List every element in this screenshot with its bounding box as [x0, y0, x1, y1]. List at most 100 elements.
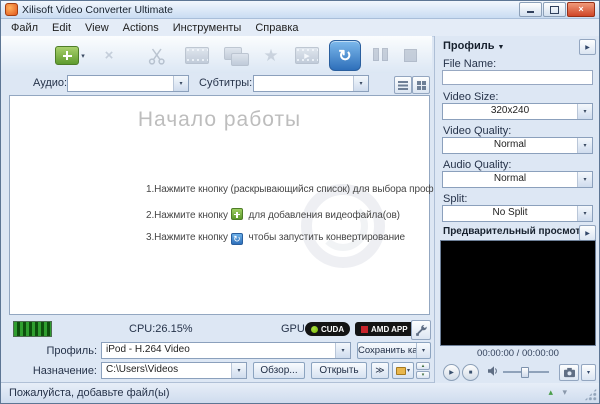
preview-thumbnail: [13, 321, 52, 337]
cuda-label: CUDA: [321, 324, 345, 334]
grid-view-icon: [417, 81, 421, 85]
merge-button[interactable]: [221, 42, 251, 69]
step3-post: чтобы запустить конвертирование: [245, 232, 406, 243]
gpu-label: GPU:: [281, 323, 308, 335]
stop-icon: ■: [468, 369, 473, 376]
status-down-icon: ▾: [562, 387, 567, 397]
menu-file[interactable]: Файл: [4, 21, 45, 35]
panel-toggle-up-button[interactable]: ▴: [416, 362, 430, 370]
effects-button[interactable]: ★: [257, 42, 285, 69]
browse-button[interactable]: Обзор...: [253, 362, 305, 379]
up-arrow-icon: ▴: [421, 363, 425, 369]
film-play-icon: ▶: [295, 47, 319, 64]
menu-edit[interactable]: Edit: [45, 21, 78, 35]
step2-pre: 2.Нажмите кнопку: [146, 210, 228, 221]
app-logo-icon: [5, 3, 18, 16]
clip-button[interactable]: [143, 42, 171, 69]
destination-select[interactable]: C:\Users\Videos ▾: [101, 362, 247, 379]
close-icon: ×: [578, 4, 584, 14]
cpu-usage: CPU:26.15%: [129, 323, 193, 335]
video-size-select[interactable]: 320x240 ▾: [442, 103, 593, 120]
menu-tools[interactable]: Инструменты: [166, 21, 249, 35]
star-icon: ★: [263, 45, 279, 65]
step1-pre: 1.Нажмите кнопку: [146, 184, 228, 195]
minimize-button[interactable]: [519, 2, 542, 17]
audio-value: [68, 76, 173, 91]
volume-slider[interactable]: [503, 366, 549, 378]
delete-button[interactable]: ×: [95, 42, 123, 69]
step-2: 2.Нажмите кнопку для добавления видеофай…: [146, 208, 400, 221]
play-button[interactable]: ▶: [443, 364, 460, 381]
split-select[interactable]: No Split ▾: [442, 205, 593, 222]
menu-help[interactable]: Справка: [248, 21, 305, 35]
panel-toggle-down-button[interactable]: ▾: [416, 371, 430, 379]
close-button[interactable]: ×: [567, 2, 595, 17]
stop-icon: [403, 49, 417, 62]
save-as-button[interactable]: Сохранить как... ▾: [357, 342, 431, 359]
file-list-area: Начало работы 1.Нажмите кнопку (раскрыва…: [9, 95, 450, 315]
file-name-input[interactable]: [442, 70, 593, 85]
audio-quality-value: Normal: [493, 173, 527, 184]
plus-icon: [62, 51, 72, 60]
more-options-button[interactable]: ≫: [371, 362, 389, 379]
app-window: Xilisoft Video Converter Ultimate × Файл…: [0, 0, 600, 404]
preview-expand-button[interactable]: ▶: [579, 225, 596, 241]
browse-label: Обзор...: [260, 365, 298, 376]
save-as-dropdown-icon[interactable]: ▾: [416, 343, 430, 358]
slider-thumb[interactable]: [521, 367, 529, 378]
getting-started-title: Начало работы: [137, 108, 302, 131]
video-quality-select[interactable]: Normal ▾: [442, 137, 593, 154]
snapshot-capture-button[interactable]: [559, 364, 579, 381]
speaker-icon[interactable]: [487, 365, 499, 377]
video-quality-value: Normal: [493, 139, 527, 150]
convert-button[interactable]: ↻: [329, 40, 361, 71]
double-arrow-icon: ≫: [375, 365, 385, 375]
step-3: 3.Нажмите кнопку ↻ чтобы запустить конвер…: [146, 232, 405, 245]
wrench-icon: [415, 324, 427, 336]
open-label: Открыть: [319, 365, 359, 376]
grid-view-button[interactable]: [412, 76, 430, 94]
audio-quality-select[interactable]: Normal ▾: [442, 171, 593, 188]
list-view-icon: [398, 80, 408, 83]
pause-button[interactable]: [367, 42, 393, 69]
snapshot-button[interactable]: ▶: [293, 42, 321, 69]
split-label: Split:: [443, 193, 468, 205]
audio-quality-label: Audio Quality:: [443, 159, 512, 171]
dropdown-arrow-icon: ▾: [173, 76, 188, 91]
capture-options-button[interactable]: ▾: [581, 364, 596, 381]
pause-icon: [371, 47, 389, 64]
profile-label: Профиль:: [46, 345, 97, 357]
play-icon: ▶: [449, 370, 454, 376]
dropdown-arrow-icon: ▾: [406, 368, 410, 374]
resize-grip[interactable]: [584, 388, 597, 401]
status-message: Пожалуйста, добавьте файл(ы): [9, 387, 170, 399]
audio-select[interactable]: ▾: [67, 75, 189, 92]
subtitles-select[interactable]: ▾: [253, 75, 369, 92]
audio-label: Аудио:: [33, 77, 68, 89]
dropdown-arrow-icon: ▾: [231, 363, 246, 378]
add-file-button[interactable]: ▾: [51, 42, 89, 69]
profile-panel-header[interactable]: Профиль ▼: [443, 40, 504, 52]
stop-playback-button[interactable]: ■: [462, 364, 479, 381]
amd-label: AMD APP: [371, 324, 408, 334]
nvidia-icon: [311, 325, 318, 333]
film-icon: [185, 47, 209, 64]
crop-button[interactable]: [183, 42, 211, 69]
open-button[interactable]: Открыть: [311, 362, 367, 379]
profile-select[interactable]: iPod - H.264 Video ▾: [101, 342, 351, 359]
dropdown-arrow-icon: ▾: [81, 52, 85, 60]
settings-button[interactable]: [411, 320, 431, 340]
stop-button[interactable]: [397, 42, 423, 69]
list-view-button[interactable]: [394, 76, 412, 94]
dropdown-arrow-icon: ▾: [577, 138, 592, 153]
toolbar: ▾ × ★ ▶ ↻: [1, 36, 432, 74]
window-title: Xilisoft Video Converter Ultimate: [22, 3, 173, 16]
menu-actions[interactable]: Actions: [116, 21, 166, 35]
amd-app-badge: AMD APP: [355, 322, 414, 336]
output-folder-button[interactable]: ▾: [392, 362, 414, 379]
maximize-button[interactable]: [543, 2, 566, 17]
preview-header: Предварительный просмотр: [443, 226, 587, 237]
destination-label: Назначение:: [32, 365, 97, 377]
panel-expand-button[interactable]: ▶: [579, 39, 596, 55]
menu-view[interactable]: View: [78, 21, 116, 35]
